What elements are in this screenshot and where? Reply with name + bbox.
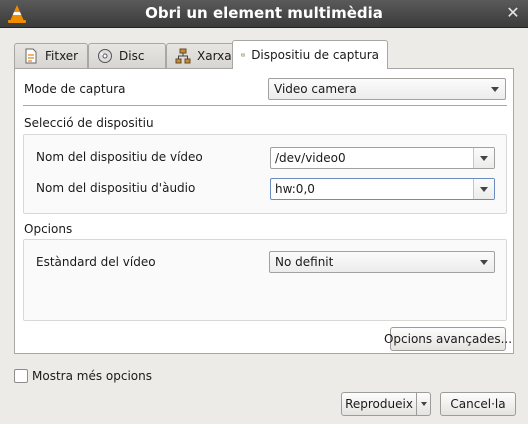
- more-options-label: Mostra més opcions: [32, 369, 152, 383]
- chevron-down-icon: [491, 87, 499, 92]
- tab-file-label: Fitxer: [45, 49, 79, 63]
- capture-device-icon: [241, 53, 246, 57]
- network-icon: [175, 48, 191, 64]
- capture-mode-value: Video camera: [274, 82, 357, 96]
- video-standard-value: No definit: [275, 255, 334, 269]
- audio-device-input[interactable]: [271, 179, 472, 199]
- chevron-down-icon[interactable]: [473, 179, 494, 199]
- play-button[interactable]: Reprodueix: [341, 392, 417, 416]
- video-device-label: Nom del dispositiu de vídeo: [36, 150, 203, 164]
- cancel-button[interactable]: Cancel·la: [440, 392, 516, 416]
- chevron-down-icon[interactable]: [473, 148, 494, 168]
- tab-capture-device[interactable]: Dispositiu de captura: [232, 40, 388, 69]
- tab-capture-device-label: Dispositiu de captura: [251, 48, 379, 62]
- chevron-down-icon: [480, 260, 488, 265]
- audio-device-label: Nom del dispositiu d'àudio: [36, 181, 196, 195]
- tab-disc[interactable]: Disc: [88, 43, 166, 68]
- chevron-down-icon: [420, 402, 427, 406]
- video-standard-label: Estàndard del vídeo: [36, 255, 156, 269]
- advanced-options-button[interactable]: Opcions avançades...: [384, 327, 512, 351]
- options-heading: Opcions: [24, 222, 73, 236]
- capture-mode-label: Mode de captura: [24, 82, 126, 96]
- more-options-checkbox[interactable]: [14, 369, 28, 383]
- file-icon: [25, 48, 37, 64]
- device-selection-group: Nom del dispositiu de vídeo Nom del disp…: [23, 134, 507, 214]
- video-device-field[interactable]: [270, 147, 495, 169]
- capture-panel: Mode de captura Video camera Selecció de…: [14, 68, 514, 354]
- window-title: Obri un element multimèdia: [145, 4, 383, 22]
- divider: [23, 105, 507, 106]
- capture-mode-select[interactable]: Video camera: [268, 78, 506, 100]
- device-selection-heading: Selecció de dispositiu: [24, 116, 154, 130]
- play-options-dropdown[interactable]: [417, 392, 431, 416]
- disc-icon: [98, 49, 112, 63]
- tab-file[interactable]: Fitxer: [14, 43, 88, 68]
- options-group: Estàndard del vídeo No definit: [23, 239, 507, 321]
- video-device-input[interactable]: [271, 148, 472, 168]
- tab-disc-label: Disc: [119, 49, 145, 63]
- video-standard-select[interactable]: No definit: [269, 251, 495, 273]
- tab-network-label: Xarxa: [197, 49, 232, 63]
- close-icon[interactable]: ✕: [504, 4, 522, 22]
- audio-device-field[interactable]: [270, 178, 495, 200]
- title-bar: Obri un element multimèdia ✕: [0, 0, 528, 28]
